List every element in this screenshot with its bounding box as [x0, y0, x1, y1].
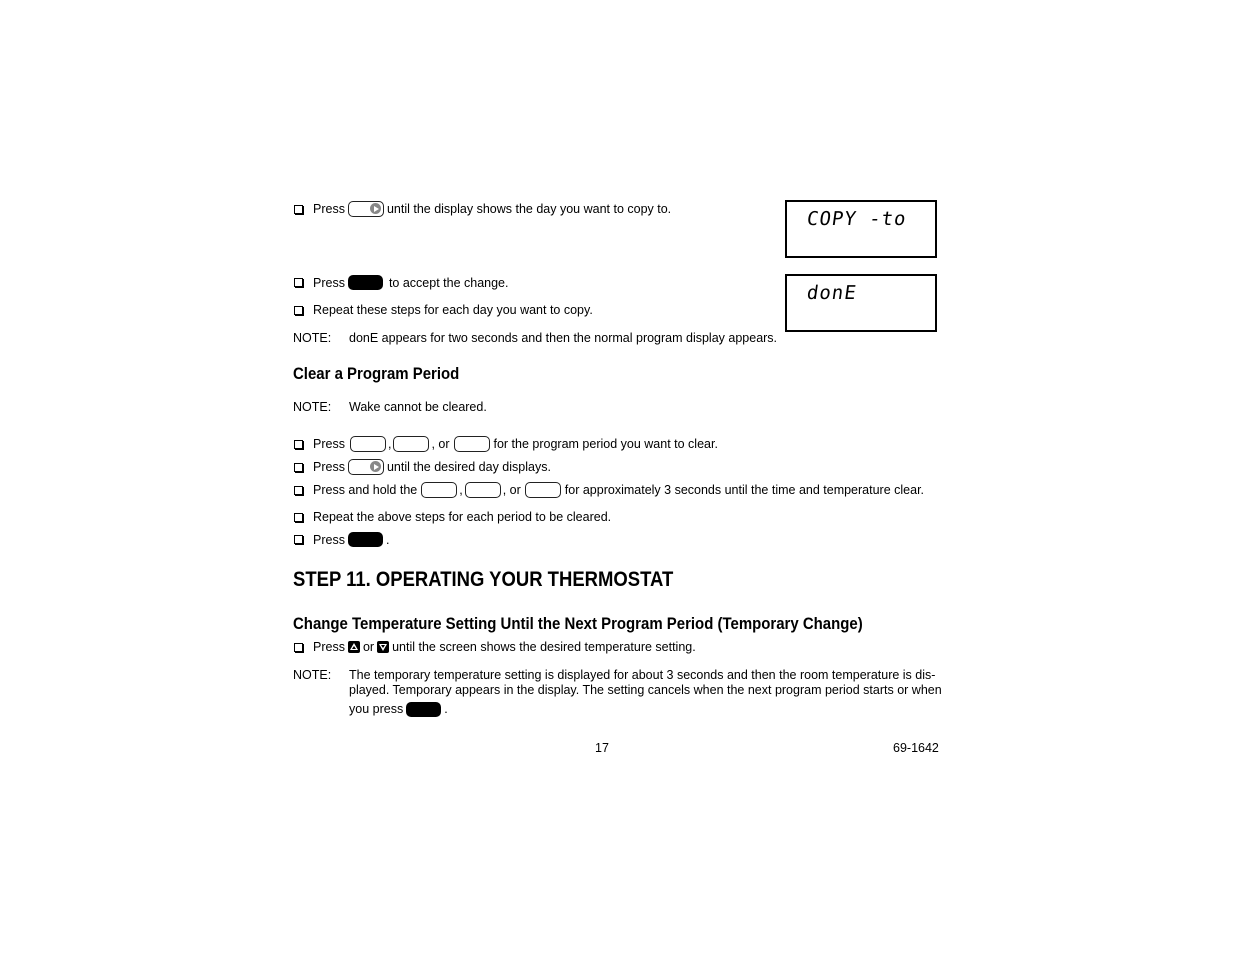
period-button-icon: [453, 436, 490, 452]
step-text: to accept the change.: [388, 275, 509, 290]
note-label: NOTE:: [293, 400, 332, 414]
note-text: donE appears for two seconds and then th…: [349, 331, 778, 345]
note-label: NOTE:: [293, 331, 332, 345]
temp-step-1: Press or until the screen shows the desi…: [293, 640, 696, 654]
clear-step-5: Press .: [293, 532, 389, 547]
period-button-icon: [393, 436, 430, 452]
lcd-text: donE: [805, 282, 859, 304]
step-text: or: [362, 640, 375, 654]
checkbox-bullet-icon: [294, 278, 303, 287]
step-text: until the screen shows the desired tempe…: [392, 640, 696, 654]
step-text: Press: [313, 275, 345, 290]
temporary-change-heading: Change Temperature Setting Until the Nex…: [293, 614, 863, 633]
step-text: Press: [313, 640, 345, 654]
copy-note: NOTE: donE appears for two seconds and th…: [293, 331, 777, 345]
down-arrow-button-icon: [377, 641, 390, 653]
step-text: until the display shows the day you want…: [386, 202, 672, 216]
checkbox-bullet-icon: [294, 535, 303, 544]
up-arrow-button-icon: [347, 641, 360, 653]
note-line: The temporary temperature setting is dis…: [349, 668, 936, 682]
clear-note: NOTE: Wake cannot be cleared.: [293, 400, 487, 414]
step-text: Press: [313, 460, 345, 474]
lcd-display-copy-to: COPY -to: [785, 200, 937, 258]
clear-step-3: Press and hold the , , or for approximat…: [293, 482, 924, 498]
separator: ,: [459, 483, 463, 497]
right-arrow-button-icon: [347, 459, 384, 475]
done-button-icon: [347, 275, 383, 290]
note-text: .: [444, 702, 448, 717]
step-text: Repeat the above steps for each period t…: [313, 510, 612, 524]
note-label: NOTE:: [293, 668, 332, 682]
period-button-icon: [421, 482, 458, 498]
checkbox-bullet-icon: [294, 512, 303, 522]
checkbox-bullet-icon: [294, 439, 303, 449]
copy-step-3: Repeat these steps for each day you want…: [293, 303, 593, 317]
page-number: 17: [595, 741, 609, 755]
step-text: Press: [313, 437, 345, 451]
step-text: for the program period you want to clear…: [493, 437, 718, 451]
step-text: Press: [313, 532, 345, 547]
note-text: Wake cannot be cleared.: [349, 400, 487, 414]
clear-step-2: Press until the desired day displays.: [293, 459, 551, 475]
done-button-icon: [406, 702, 442, 717]
temp-note-body: The temporary temperature setting is dis…: [349, 668, 942, 717]
document-number: 69-1642: [893, 741, 939, 755]
note-line: you press .: [349, 702, 942, 717]
checkbox-bullet-icon: [294, 204, 303, 214]
step-11-heading: STEP 11. OPERATING YOUR THERMOSTAT: [293, 568, 674, 591]
separator: , or: [502, 483, 521, 497]
step-text: Press and hold the: [313, 483, 418, 497]
checkbox-bullet-icon: [294, 485, 303, 495]
lcd-display-done: donE: [785, 274, 937, 332]
note-text: you press: [349, 702, 404, 717]
temp-note: NOTE:: [293, 668, 349, 682]
separator: ,: [387, 437, 392, 451]
period-button-icon: [349, 436, 386, 452]
clear-step-1: Press , , or for the program period you …: [293, 436, 718, 452]
step-text: Repeat these steps for each day you want…: [313, 303, 593, 317]
clear-section-heading: Clear a Program Period: [293, 364, 460, 383]
period-button-icon: [464, 482, 501, 498]
note-line: played. Temporary appears in the display…: [349, 682, 942, 697]
separator: , or: [431, 437, 450, 451]
lcd-text: COPY -to: [805, 208, 909, 230]
step-text: until the desired day displays.: [386, 460, 551, 474]
period-button-icon: [524, 482, 561, 498]
right-arrow-button-icon: [347, 201, 384, 217]
copy-step-2: Press to accept the change.: [293, 275, 508, 290]
step-text: for approximately 3 seconds until the ti…: [564, 483, 925, 497]
clear-step-4: Repeat the above steps for each period t…: [293, 510, 611, 524]
checkbox-bullet-icon: [294, 305, 303, 315]
checkbox-bullet-icon: [294, 462, 303, 472]
done-button-icon: [347, 532, 383, 547]
checkbox-bullet-icon: [294, 642, 303, 652]
step-text: .: [385, 532, 390, 547]
step-text: Press: [313, 202, 345, 216]
copy-step-1: Press until the display shows the day yo…: [293, 201, 671, 217]
